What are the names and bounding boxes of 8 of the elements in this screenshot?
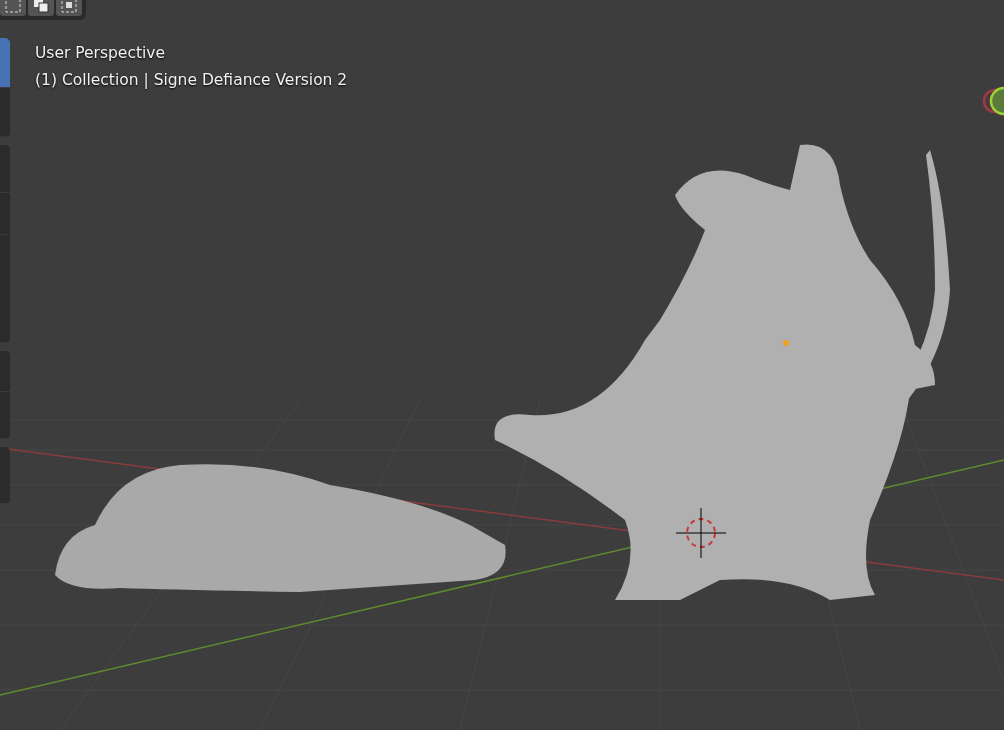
- axis-gizmo-drawing: [982, 86, 1004, 116]
- 3d-cursor-icon: [675, 507, 727, 559]
- collection-line: (1) Collection | Signe Defiance Version 2: [35, 70, 348, 91]
- select-extend-icon[interactable]: [28, 0, 54, 16]
- view-name: User Perspective: [35, 43, 167, 64]
- tool-button[interactable]: [0, 38, 10, 88]
- origin-dot: [783, 340, 789, 346]
- select-subtract-icon[interactable]: [56, 0, 82, 16]
